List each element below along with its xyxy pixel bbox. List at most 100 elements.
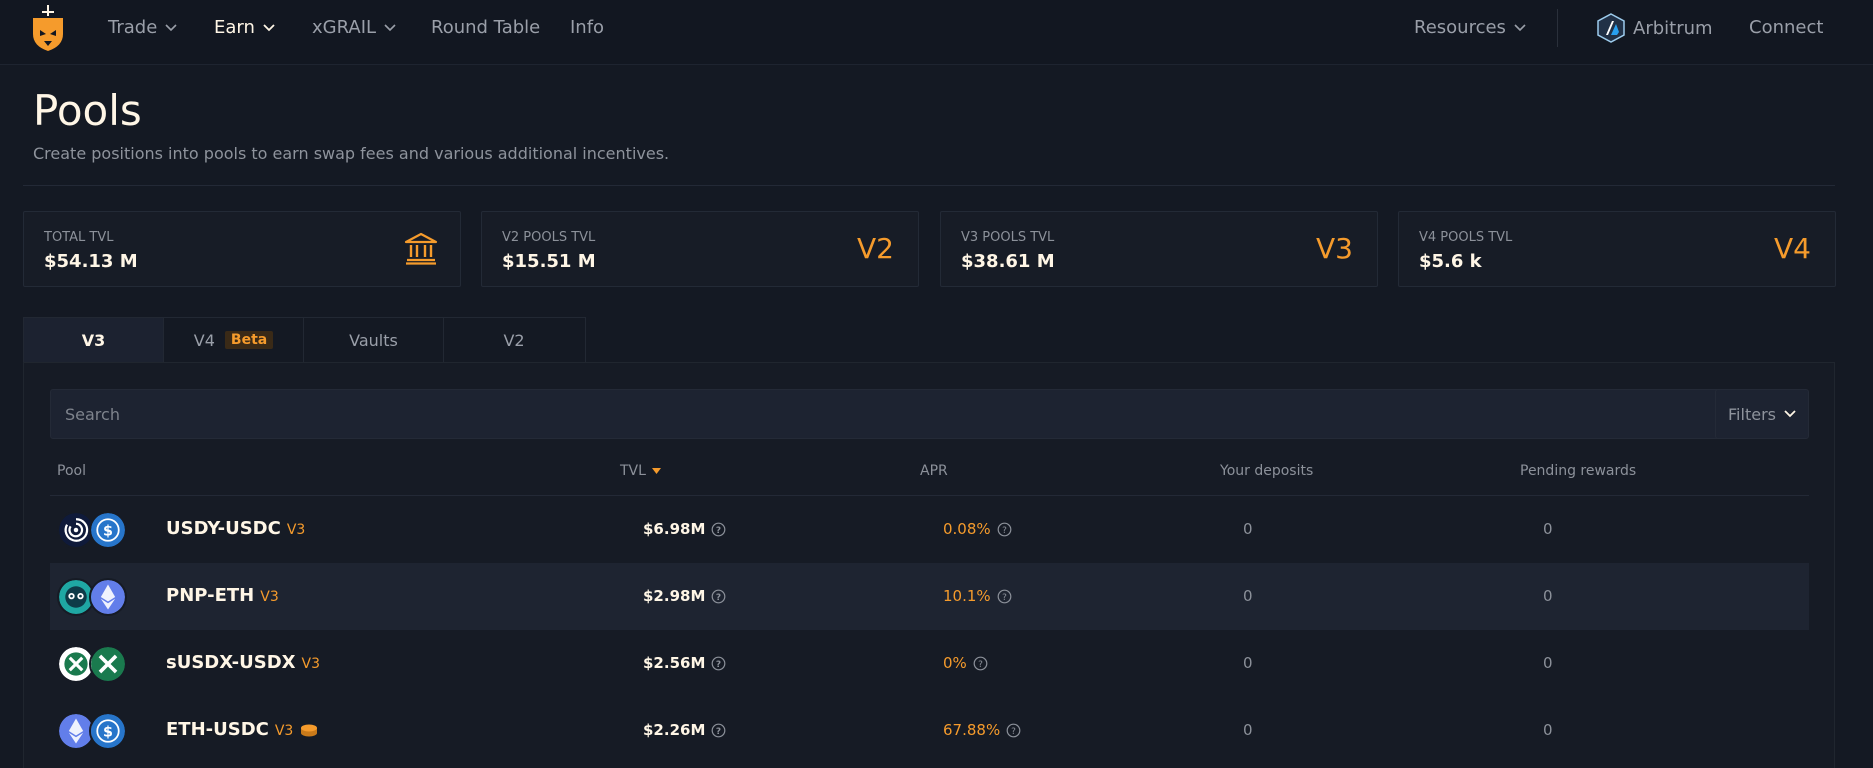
column-header-rewards[interactable]: Pending rewards [1520,463,1636,479]
table-row[interactable]: $ ETH-USDC V3 $2.26M ? 67.88% ? 0 0 [50,697,1809,764]
nav-earn[interactable]: Earn [214,17,275,38]
tab-v3[interactable]: V3 [24,318,164,362]
sort-desc-icon [651,468,661,474]
nav-info-label: Info [570,17,605,38]
network-label: Arbitrum [1633,17,1713,39]
apr-cell: 67.88% ? [943,721,1021,739]
deposits-cell: 0 [1243,721,1253,739]
filters-button[interactable]: Filters [1715,389,1809,439]
nav-earn-label: Earn [214,17,255,38]
network-selector[interactable]: Arbitrum [1597,13,1713,43]
tab-label: V2 [503,330,525,350]
svg-text:?: ? [1011,727,1016,737]
chevron-down-icon [1514,23,1526,31]
tvl-cell: $2.56M ? [643,654,726,672]
apr-cell: 10.1% ? [943,587,1012,605]
nav-xgrail[interactable]: xGRAIL [312,17,396,38]
rewards-cell: 0 [1543,654,1553,672]
connect-button[interactable]: Connect [1749,17,1823,38]
apr-value: 10.1% [943,587,991,605]
column-header-label: Your deposits [1220,463,1314,479]
arbitrum-icon [1597,13,1625,43]
help-icon[interactable]: ? [973,656,988,671]
search-input[interactable] [50,389,1729,439]
chevron-down-icon [263,23,275,31]
nav-trade[interactable]: Trade [108,17,177,38]
chevron-down-icon [384,23,396,31]
tvl-cell: $6.98M ? [643,520,726,538]
filters-label: Filters [1728,404,1776,424]
tab-v4[interactable]: V4 Beta [164,318,304,362]
pool-version: V3 [286,522,306,538]
column-header-pool[interactable]: Pool [57,463,86,479]
camelot-logo-icon[interactable] [30,4,66,52]
help-icon[interactable]: ? [711,522,726,537]
stat-tag: V2 [857,232,894,265]
help-icon[interactable]: ? [711,656,726,671]
tab-vaults[interactable]: Vaults [304,318,444,362]
stat-label: TOTAL TVL [44,230,114,245]
pool-pair: PNP-ETH [166,585,255,606]
svg-text:?: ? [1002,593,1007,603]
svg-text:?: ? [716,660,721,670]
pool-name: sUSDX-USDX V3 [166,652,320,673]
rewards-cell: 0 [1543,587,1553,605]
nav-resources[interactable]: Resources [1414,17,1526,38]
nav-resources-label: Resources [1414,17,1506,38]
rewards-cell: 0 [1543,520,1553,538]
apr-value: 0% [943,654,967,672]
table-row[interactable]: PNP-ETH V3 $2.98M ? 10.1% ? 0 0 [50,563,1809,630]
stat-card-v2-tvl: V2 POOLS TVL $15.51 M V2 [481,211,919,287]
column-header-label: TVL [620,463,646,479]
rewards-cell: 0 [1543,721,1553,739]
pool-token-icons: $ [57,712,127,750]
svg-text:?: ? [716,727,721,737]
svg-text:?: ? [978,660,983,670]
deposits-cell: 0 [1243,654,1253,672]
help-icon[interactable]: ? [1006,723,1021,738]
stat-tag: V4 [1774,232,1811,265]
nav-round-table-label: Round Table [431,17,541,38]
header-divider [23,185,1835,186]
column-header-apr[interactable]: APR [920,463,948,479]
pool-name: PNP-ETH V3 [166,585,279,606]
column-header-tvl[interactable]: TVL [620,463,661,479]
help-icon[interactable]: ? [711,723,726,738]
pool-type-tabs: V3 V4 Beta Vaults V2 [23,317,586,362]
stat-value: $5.6 k [1419,251,1482,272]
table-row[interactable]: sUSDX-USDX V3 $2.56M ? 0% ? 0 0 [50,630,1809,697]
apr-value: 0.08% [943,520,991,538]
help-icon[interactable]: ? [997,522,1012,537]
tvl-value: $6.98M [643,520,706,538]
tvl-value: $2.26M [643,721,706,739]
pool-version: V3 [301,656,320,672]
help-icon[interactable]: ? [711,589,726,604]
nav-info[interactable]: Info [570,17,604,38]
tvl-value: $2.98M [643,587,706,605]
pool-token-icons: $ [57,511,127,549]
pool-token-icons [57,578,127,616]
stat-label: V3 POOLS TVL [961,230,1055,245]
connect-label: Connect [1749,17,1824,38]
stat-value: $38.61 M [961,251,1055,272]
stat-card-total-tvl: TOTAL TVL $54.13 M [23,211,461,287]
pool-name: ETH-USDC V3 [166,719,319,740]
column-header-label: Pool [57,463,86,479]
column-header-deposits[interactable]: Your deposits [1220,463,1313,479]
tvl-value: $2.56M [643,654,706,672]
nav-xgrail-label: xGRAIL [312,17,377,38]
beta-badge: Beta [224,331,274,349]
usdc-token-icon: $ [89,712,127,750]
table-row[interactable]: $ USDY-USDC V3 $6.98M ? 0.08% ? 0 0 [50,496,1809,563]
bank-icon [404,232,438,265]
usdc-token-icon: $ [89,511,127,549]
stat-value: $15.51 M [502,251,596,272]
tab-v2[interactable]: V2 [444,318,584,362]
nav-round-table[interactable]: Round Table [431,17,540,38]
nav-trade-label: Trade [108,17,158,38]
page-title: Pools [33,86,142,135]
svg-text:$: $ [103,523,113,539]
svg-text:?: ? [1002,526,1007,536]
help-icon[interactable]: ? [997,589,1012,604]
nav-divider [1557,9,1558,47]
